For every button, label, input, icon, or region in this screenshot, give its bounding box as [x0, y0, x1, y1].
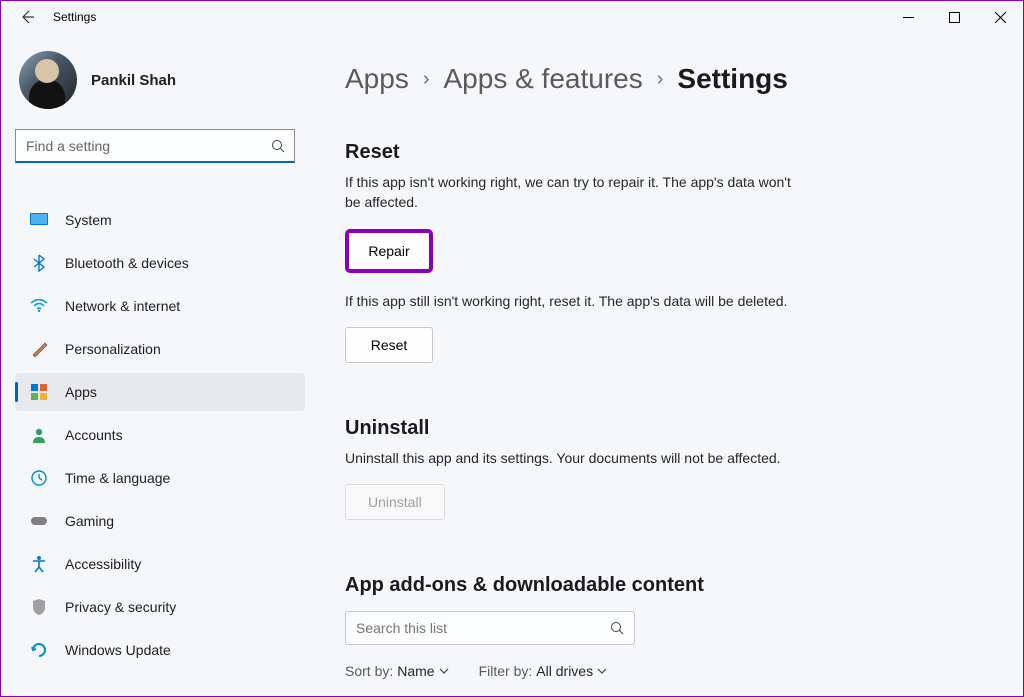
window-title: Settings — [53, 10, 96, 24]
chevron-down-icon — [597, 668, 607, 674]
reset-heading: Reset — [345, 141, 993, 164]
wifi-icon — [27, 296, 51, 316]
breadcrumb-current: Settings — [677, 63, 787, 95]
chevron-down-icon — [439, 668, 449, 674]
close-button[interactable] — [977, 1, 1023, 33]
sidebar-item-label: System — [65, 212, 112, 228]
maximize-button[interactable] — [931, 1, 977, 33]
accessibility-icon — [27, 554, 51, 574]
apps-icon — [27, 382, 51, 402]
sidebar-item-label: Accessibility — [65, 556, 141, 572]
sidebar-item-privacy[interactable]: Privacy & security — [15, 588, 305, 626]
sidebar-item-windows-update[interactable]: Windows Update — [15, 631, 305, 669]
monitor-icon — [27, 210, 51, 230]
maximize-icon — [949, 12, 960, 23]
sidebar-item-time-language[interactable]: Time & language — [15, 459, 305, 497]
search-input[interactable] — [16, 138, 262, 154]
sort-by-dropdown[interactable]: Sort by: Name — [345, 663, 449, 679]
update-icon — [27, 640, 51, 660]
shield-icon — [27, 597, 51, 617]
breadcrumb-apps-features[interactable]: Apps & features — [444, 63, 643, 95]
globe-clock-icon — [27, 468, 51, 488]
sidebar-item-label: Network & internet — [65, 298, 180, 314]
sort-value: Name — [397, 663, 434, 679]
avatar[interactable] — [19, 51, 77, 109]
sidebar-item-label: Personalization — [65, 341, 161, 357]
minimize-button[interactable] — [885, 1, 931, 33]
uninstall-button: Uninstall — [345, 484, 445, 520]
filter-label: Filter by: — [479, 663, 533, 679]
user-name[interactable]: Pankil Shah — [91, 72, 176, 89]
minimize-icon — [903, 12, 914, 23]
bluetooth-icon — [27, 253, 51, 273]
addons-heading: App add-ons & downloadable content — [345, 574, 993, 597]
sidebar-item-personalization[interactable]: Personalization — [15, 330, 305, 368]
sidebar-item-gaming[interactable]: Gaming — [15, 502, 305, 540]
back-button[interactable] — [15, 5, 39, 29]
sidebar-item-system[interactable]: System — [15, 201, 305, 239]
sidebar-item-apps[interactable]: Apps — [15, 373, 305, 411]
search-box[interactable] — [15, 129, 295, 163]
chevron-right-icon: › — [657, 68, 664, 91]
sidebar-item-label: Windows Update — [65, 642, 171, 658]
sidebar-item-label: Time & language — [65, 470, 170, 486]
chevron-right-icon: › — [423, 68, 430, 91]
search-icon — [262, 139, 294, 153]
sidebar-item-accounts[interactable]: Accounts — [15, 416, 305, 454]
addons-search-input[interactable] — [346, 620, 600, 636]
reset-description: If this app still isn't working right, r… — [345, 291, 993, 311]
close-icon — [995, 12, 1006, 23]
sidebar-item-label: Gaming — [65, 513, 114, 529]
filter-value: All drives — [536, 663, 593, 679]
addons-search-box[interactable] — [345, 611, 635, 645]
arrow-left-icon — [19, 9, 35, 25]
breadcrumb: Apps › Apps & features › Settings — [345, 63, 993, 95]
sidebar-item-label: Bluetooth & devices — [65, 255, 189, 271]
reset-button[interactable]: Reset — [345, 327, 433, 363]
paintbrush-icon — [27, 339, 51, 359]
breadcrumb-apps[interactable]: Apps — [345, 63, 409, 95]
sort-label: Sort by: — [345, 663, 393, 679]
repair-button[interactable]: Repair — [345, 229, 433, 273]
search-icon — [600, 621, 634, 635]
sidebar-item-network[interactable]: Network & internet — [15, 287, 305, 325]
uninstall-description: Uninstall this app and its settings. You… — [345, 448, 993, 468]
sidebar-item-label: Privacy & security — [65, 599, 176, 615]
sidebar-item-label: Accounts — [65, 427, 123, 443]
uninstall-heading: Uninstall — [345, 417, 993, 440]
filter-by-dropdown[interactable]: Filter by: All drives — [479, 663, 607, 679]
sidebar-item-label: Apps — [65, 384, 97, 400]
repair-description: If this app isn't working right, we can … — [345, 172, 805, 213]
sidebar-item-bluetooth[interactable]: Bluetooth & devices — [15, 244, 305, 282]
gamepad-icon — [27, 511, 51, 531]
sidebar-item-accessibility[interactable]: Accessibility — [15, 545, 305, 583]
person-icon — [27, 425, 51, 445]
